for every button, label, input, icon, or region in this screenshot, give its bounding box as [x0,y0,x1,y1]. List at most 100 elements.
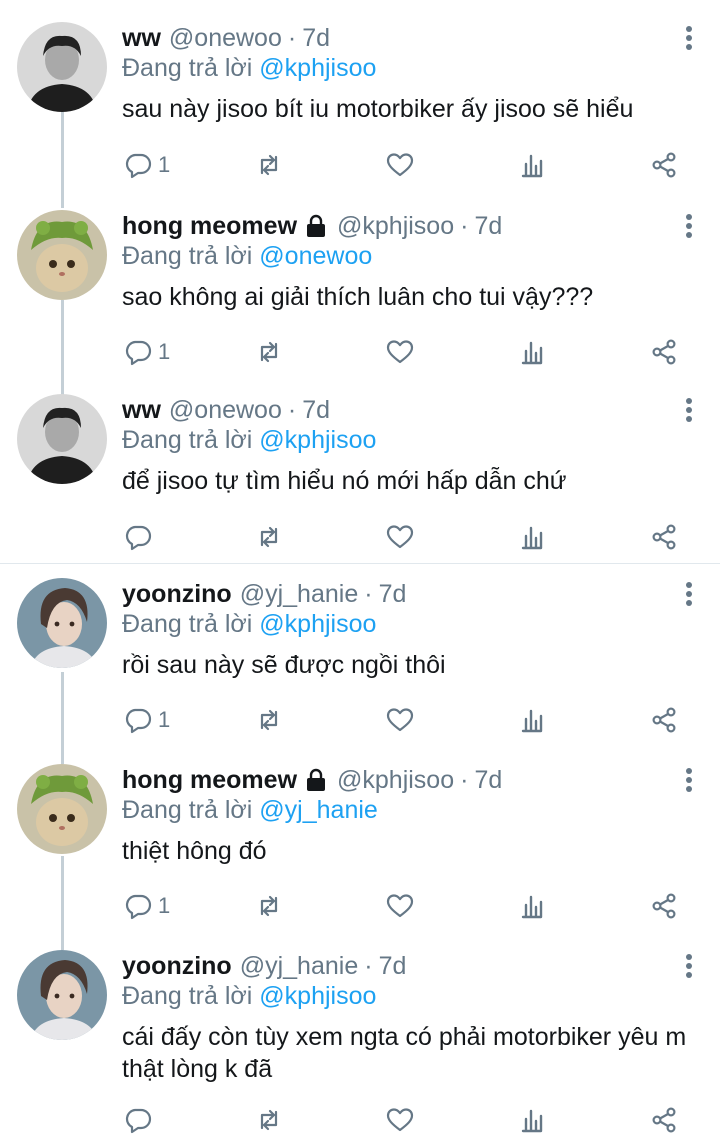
share-button[interactable] [650,337,678,367]
display-name[interactable]: yoonzino [122,580,232,609]
retweet-icon [260,709,278,731]
analytics-button[interactable] [518,150,546,180]
retweet-button[interactable] [255,705,283,735]
analytics-button[interactable] [518,891,546,921]
mention-link[interactable]: @yj_hanie [259,796,378,824]
user-handle[interactable]: @yj_hanie [240,952,359,981]
reply-count: 1 [158,707,171,732]
retweet-icon [260,526,278,548]
reply-count: 1 [158,152,171,177]
mention-link[interactable]: @kphjisoo [259,426,376,454]
heart-icon [386,525,414,549]
user-handle[interactable]: @kphjisoo [337,766,454,795]
reply-button[interactable] [124,1105,158,1135]
timestamp[interactable]: 7d [379,952,407,981]
mention-link[interactable]: @kphjisoo [259,610,376,638]
replying-to: Đang trả lời @kphjisoo [122,610,376,639]
avatar[interactable] [17,22,107,112]
share-button[interactable] [650,522,678,552]
share-button[interactable] [650,705,678,735]
lock-icon [307,768,326,791]
replying-label: Đang trả lời [122,610,253,638]
timestamp[interactable]: 7d [474,766,502,795]
timestamp[interactable]: 7d [379,580,407,609]
separator-dot: · [364,579,373,608]
reply-icon [125,1108,152,1134]
more-vertical-icon[interactable] [684,214,694,242]
mention-link[interactable]: @kphjisoo [259,982,376,1010]
share-button[interactable] [650,891,678,921]
user-handle[interactable]: @yj_hanie [240,580,359,609]
analytics-icon [521,1109,543,1133]
separator-dot: · [460,211,469,240]
user-handle[interactable]: @onewoo [169,24,282,53]
retweet-button[interactable] [255,150,283,180]
like-button[interactable] [386,705,414,735]
display-name[interactable]: yoonzino [122,952,232,981]
lock-icon [307,214,326,237]
more-vertical-icon[interactable] [684,768,694,796]
heart-icon [386,894,414,918]
like-button[interactable] [386,150,414,180]
reply-button[interactable] [124,522,158,552]
analytics-button[interactable] [518,522,546,552]
reply-icon [125,340,152,366]
reply-button[interactable]: 1 [124,705,170,735]
replying-label: Đang trả lời [122,796,253,824]
retweet-button[interactable] [255,891,283,921]
reply-button[interactable]: 1 [124,150,170,180]
timestamp[interactable]: 7d [302,396,330,425]
mention-link[interactable]: @onewoo [259,242,372,270]
retweet-button[interactable] [255,1105,283,1135]
avatar[interactable] [17,950,107,1040]
display-name[interactable]: ww [122,396,161,425]
avatar[interactable] [17,764,107,854]
timestamp[interactable]: 7d [302,24,330,53]
retweet-icon [260,895,278,917]
reply-icon [125,525,152,551]
like-button[interactable] [386,891,414,921]
like-button[interactable] [386,337,414,367]
display-name[interactable]: ww [122,24,161,53]
share-icon [652,707,676,733]
retweet-button[interactable] [255,522,283,552]
avatar[interactable] [17,210,107,300]
more-vertical-icon[interactable] [684,582,694,610]
more-vertical-icon[interactable] [684,26,694,54]
heart-icon [386,340,414,364]
action-bar: 1 [0,337,720,367]
share-button[interactable] [650,150,678,180]
user-handle[interactable]: @onewoo [169,396,282,425]
display-name[interactable]: hong meomew [122,212,297,241]
user-handle[interactable]: @kphjisoo [337,212,454,241]
retweet-button[interactable] [255,337,283,367]
replying-label: Đang trả lời [122,242,253,270]
analytics-button[interactable] [518,705,546,735]
share-icon [652,893,676,919]
replying-to: Đang trả lời @kphjisoo [122,54,376,83]
like-button[interactable] [386,1105,414,1135]
more-vertical-icon[interactable] [684,398,694,426]
analytics-button[interactable] [518,337,546,367]
analytics-button[interactable] [518,1105,546,1135]
replying-to: Đang trả lời @onewoo [122,242,372,271]
action-bar [0,522,720,552]
replying-to: Đang trả lời @kphjisoo [122,426,376,455]
share-button[interactable] [650,1105,678,1135]
timestamp[interactable]: 7d [474,212,502,241]
action-bar: 1 [0,150,720,180]
mention-link[interactable]: @kphjisoo [259,54,376,82]
display-name[interactable]: hong meomew [122,766,297,795]
more-vertical-icon[interactable] [684,954,694,982]
heart-icon [386,708,414,732]
replying-label: Đang trả lời [122,426,253,454]
avatar[interactable] [17,578,107,668]
separator-dot: · [287,395,297,424]
avatar[interactable] [17,394,107,484]
reply-button[interactable]: 1 [124,891,170,921]
retweet-icon [260,341,278,363]
heart-icon [386,1108,414,1132]
reply-button[interactable]: 1 [124,337,170,367]
separator-dot: · [287,23,297,52]
like-button[interactable] [386,522,414,552]
